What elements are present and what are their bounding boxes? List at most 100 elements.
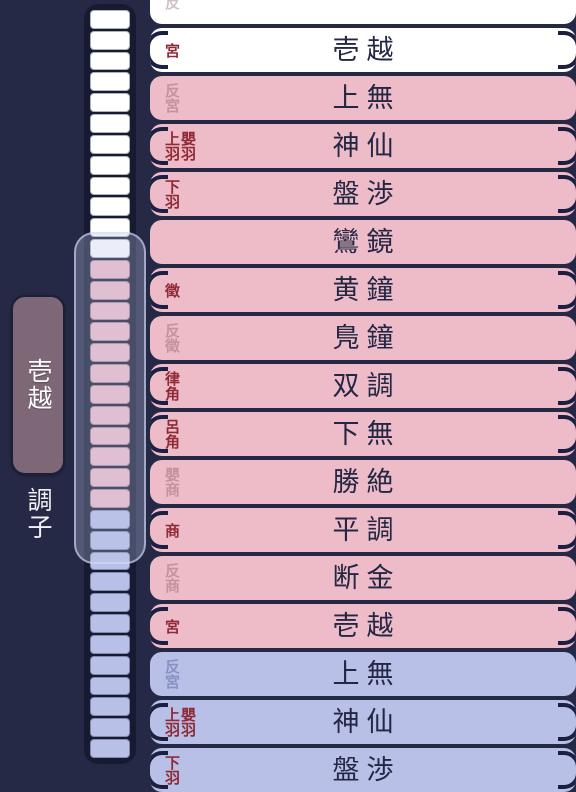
note-name: 勝絶 (332, 466, 401, 498)
note-row[interactable]: 徵 黄鐘 (150, 268, 576, 312)
degree-label-group: 反宮 (163, 652, 181, 696)
minimap-cell[interactable] (90, 259, 130, 279)
minimap-cell[interactable] (90, 51, 130, 71)
minimap-cell[interactable] (90, 10, 130, 29)
degree-label: 徵 (163, 282, 181, 298)
degree-label: 上羽 (163, 131, 181, 161)
minimap-cell[interactable] (90, 301, 130, 321)
note-row[interactable]: 反宮 上無 (150, 652, 576, 696)
note-row[interactable]: 反宮 上無 (150, 76, 576, 120)
degree-label: 下羽 (163, 179, 181, 209)
degree-label: 嬰商 (163, 467, 181, 497)
note-row[interactable]: 上羽 嬰羽 神仙 (150, 700, 576, 744)
minimap-cell[interactable] (90, 155, 130, 175)
minimap-cell[interactable] (90, 197, 130, 217)
note-row[interactable]: 宮 壱越 (150, 604, 576, 648)
minimap-cell[interactable] (90, 72, 130, 92)
degree-label-group: 上羽 嬰羽 (163, 700, 197, 744)
minimap-cell[interactable] (90, 384, 130, 404)
minimap-cell[interactable] (90, 697, 130, 717)
note-name: 盤渉 (332, 178, 401, 210)
note-name: 平調 (332, 514, 401, 546)
degree-label: 嬰羽 (179, 707, 197, 737)
mode-caption: 調子 (11, 487, 65, 541)
degree-label: 反 (163, 0, 181, 10)
minimap-cell[interactable] (90, 176, 130, 196)
degree-label: 反徵 (163, 323, 181, 353)
minimap-cell[interactable] (90, 114, 130, 133)
minimap-cell[interactable] (90, 93, 130, 113)
minimap-cell[interactable] (90, 426, 130, 446)
degree-label: 下羽 (163, 755, 181, 785)
note-name: 盤渉 (332, 754, 401, 786)
minimap-scrollbar[interactable] (84, 4, 136, 764)
minimap-cell[interactable] (90, 530, 130, 550)
minimap-cell[interactable] (90, 218, 130, 238)
degree-label: 反宮 (163, 659, 181, 689)
note-row[interactable]: 反商 断金 (150, 556, 576, 600)
minimap-cell[interactable] (90, 447, 130, 467)
note-row[interactable]: 反 (150, 0, 576, 24)
degree-label-group: 上羽 嬰羽 (163, 124, 197, 168)
degree-label: 反宮 (163, 83, 181, 113)
minimap-cell[interactable] (90, 655, 130, 675)
note-row[interactable]: 反徵 鳬鐘 (150, 316, 576, 360)
mode-caption-label: 調子 (24, 487, 53, 541)
minimap-cell[interactable] (90, 343, 130, 363)
note-row[interactable]: 鸞鏡 (150, 220, 576, 264)
minimap-cell[interactable] (90, 364, 130, 383)
note-name: 上無 (332, 82, 401, 114)
note-name: 双調 (332, 370, 401, 402)
degree-label-group: 反商 (163, 556, 181, 600)
degree-label-group: 嬰商 (163, 460, 181, 504)
degree-label-group: 反宮 (163, 76, 181, 120)
note-row[interactable]: 下羽 盤渉 (150, 748, 576, 792)
minimap-cell[interactable] (90, 551, 130, 571)
degree-label: 上羽 (163, 707, 181, 737)
minimap-cell[interactable] (90, 30, 130, 50)
note-row[interactable]: 律角 双調 (150, 364, 576, 408)
minimap-cell[interactable] (90, 738, 130, 758)
degree-label-group: 徵 (163, 268, 181, 312)
note-row[interactable]: 下羽 盤渉 (150, 172, 576, 216)
note-name: 壱越 (332, 610, 401, 642)
minimap-cell[interactable] (90, 468, 130, 488)
minimap-cell[interactable] (90, 718, 130, 737)
minimap-cell[interactable] (90, 239, 130, 258)
degree-label-group: 反 (163, 0, 181, 24)
degree-label-group: 呂角 (163, 412, 181, 456)
degree-label-group: 商 (163, 508, 181, 552)
degree-label-group: 下羽 (163, 172, 181, 216)
note-name: 鳬鐘 (332, 322, 401, 354)
minimap-cell[interactable] (90, 509, 130, 529)
note-row[interactable]: 呂角 下無 (150, 412, 576, 456)
note-list[interactable]: 反宮壱越 反宮 上無 上羽 嬰羽 神仙 下羽 盤渉 鸞鏡徵黄鐘 反徵 鳬鐘 律角 双調 呂角 下無 嬰商 勝絶商… (150, 0, 576, 792)
minimap-cell[interactable] (90, 614, 130, 633)
degree-label-group: 下羽 (163, 748, 181, 792)
left-rail: 壱越 調子 (0, 0, 76, 768)
minimap-cell[interactable] (90, 634, 130, 654)
minimap-cell[interactable] (90, 405, 130, 425)
note-name: 黄鐘 (332, 274, 401, 306)
note-row[interactable]: 嬰商 勝絶 (150, 460, 576, 504)
minimap-cell[interactable] (90, 676, 130, 696)
degree-label-group: 宮 (163, 28, 181, 72)
degree-label: 宮 (163, 618, 181, 634)
degree-label: 律角 (163, 371, 181, 401)
degree-label-group: 反徵 (163, 316, 181, 360)
minimap-cell[interactable] (90, 489, 130, 508)
note-row[interactable]: 宮 壱越 (150, 28, 576, 72)
minimap-cell[interactable] (90, 322, 130, 342)
mode-tab-label: 壱越 (24, 358, 53, 412)
minimap-cell[interactable] (90, 593, 130, 613)
note-name: 鸞鏡 (332, 226, 401, 258)
minimap-cell[interactable] (90, 280, 130, 300)
degree-label: 反商 (163, 563, 181, 593)
minimap-cell[interactable] (90, 572, 130, 592)
note-name: 壱越 (332, 34, 401, 66)
degree-label: 呂角 (163, 419, 181, 449)
note-row[interactable]: 商 平調 (150, 508, 576, 552)
mode-tab-ichikotsu[interactable]: 壱越 (11, 295, 65, 475)
minimap-cell[interactable] (90, 134, 130, 154)
note-row[interactable]: 上羽 嬰羽 神仙 (150, 124, 576, 168)
